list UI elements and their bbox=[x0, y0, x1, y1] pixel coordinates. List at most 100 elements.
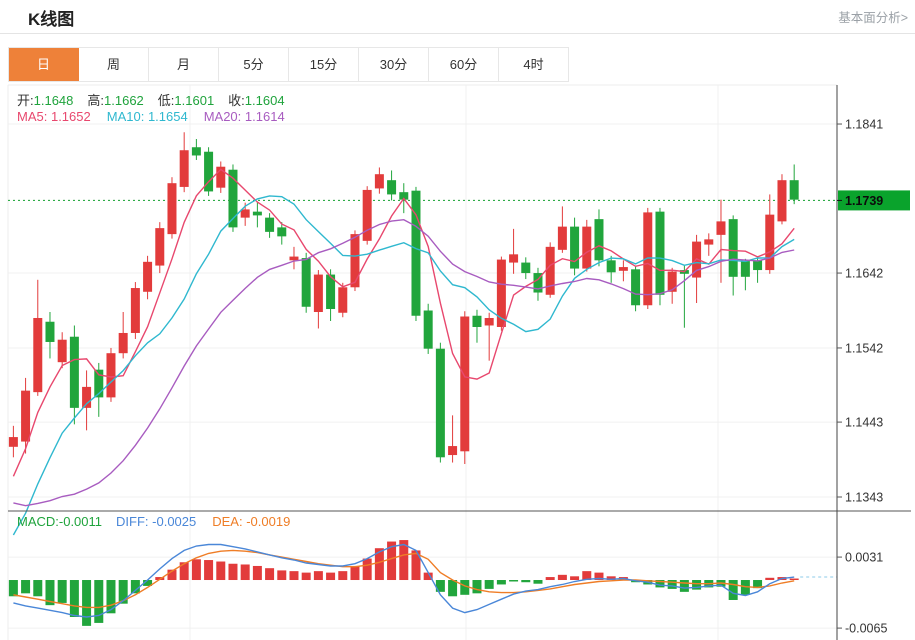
macd-bar bbox=[21, 580, 30, 593]
candle-body bbox=[180, 150, 189, 187]
macd-bar bbox=[363, 559, 372, 580]
price-axis-label: 1.1542 bbox=[845, 341, 883, 355]
open-value: 1.1648 bbox=[34, 93, 74, 108]
macd-bar bbox=[485, 580, 494, 589]
diff-label: DIFF: bbox=[116, 514, 149, 529]
macd-bar bbox=[546, 577, 555, 580]
candle-body bbox=[106, 353, 115, 397]
candle-body bbox=[790, 180, 799, 199]
candle-body bbox=[167, 183, 176, 234]
candle[interactable] bbox=[582, 220, 591, 272]
macd-bar bbox=[253, 566, 262, 580]
candle[interactable] bbox=[58, 332, 67, 368]
close-value: 1.1604 bbox=[245, 93, 285, 108]
candle-body bbox=[363, 190, 372, 241]
candle-body bbox=[338, 287, 347, 312]
candle[interactable] bbox=[631, 266, 640, 311]
low-value: 1.1601 bbox=[174, 93, 214, 108]
price-axis-label: 1.1841 bbox=[845, 117, 883, 131]
candle-body bbox=[314, 275, 323, 312]
candle-body bbox=[58, 340, 67, 362]
candle[interactable] bbox=[485, 313, 494, 361]
candle[interactable] bbox=[668, 268, 677, 304]
candle[interactable] bbox=[436, 343, 445, 463]
candle-body bbox=[155, 228, 164, 265]
macd-bar bbox=[509, 580, 518, 581]
candle[interactable] bbox=[131, 282, 140, 339]
price-axis-label: 1.1343 bbox=[845, 490, 883, 504]
candle[interactable] bbox=[424, 304, 433, 354]
candle-body bbox=[558, 227, 567, 250]
ma-legend: MA5: 1.1652MA10: 1.1654MA20: 1.1614 bbox=[17, 109, 301, 124]
macd-bar bbox=[790, 579, 799, 580]
candle[interactable] bbox=[411, 187, 420, 321]
candle[interactable] bbox=[21, 378, 30, 454]
ma20-value: 1.1614 bbox=[245, 109, 285, 124]
candle[interactable] bbox=[70, 325, 79, 424]
macd-label: MACD: bbox=[17, 514, 59, 529]
current-price-value: 1.1739 bbox=[845, 194, 883, 208]
candle-body bbox=[765, 215, 774, 270]
candle[interactable] bbox=[655, 208, 664, 305]
candle[interactable] bbox=[216, 161, 225, 192]
candle[interactable] bbox=[338, 283, 347, 317]
ma10-value: 1.1654 bbox=[148, 109, 188, 124]
candle[interactable] bbox=[302, 253, 311, 313]
candle[interactable] bbox=[314, 270, 323, 328]
candle[interactable] bbox=[167, 177, 176, 238]
candle-body bbox=[70, 337, 79, 408]
candle[interactable] bbox=[472, 310, 481, 343]
candle[interactable] bbox=[119, 312, 128, 358]
candle[interactable] bbox=[363, 186, 372, 244]
candle[interactable] bbox=[253, 202, 262, 227]
candle[interactable] bbox=[265, 213, 274, 238]
macd-bar bbox=[521, 580, 530, 582]
candle[interactable] bbox=[521, 257, 530, 279]
candle[interactable] bbox=[765, 194, 774, 273]
candle-body bbox=[119, 333, 128, 353]
candle-body bbox=[302, 258, 311, 307]
candle[interactable] bbox=[45, 312, 54, 358]
candle[interactable] bbox=[729, 215, 738, 295]
ma20-label: MA20: bbox=[204, 109, 242, 124]
candle[interactable] bbox=[558, 206, 567, 252]
candle-body bbox=[45, 322, 54, 342]
candle[interactable] bbox=[680, 265, 689, 328]
macd-bar bbox=[82, 580, 91, 626]
macd-bar bbox=[289, 571, 298, 580]
high-label: 高: bbox=[87, 93, 104, 108]
candle[interactable] bbox=[106, 348, 115, 402]
candle[interactable] bbox=[741, 259, 750, 290]
macd-bar bbox=[314, 571, 323, 580]
candle[interactable] bbox=[192, 139, 201, 160]
candle[interactable] bbox=[509, 229, 518, 274]
candle[interactable] bbox=[460, 311, 469, 464]
candle[interactable] bbox=[204, 147, 213, 196]
candle[interactable] bbox=[143, 256, 152, 299]
candle-body bbox=[753, 260, 762, 270]
candle[interactable] bbox=[180, 132, 189, 192]
candle[interactable] bbox=[777, 174, 786, 224]
candle[interactable] bbox=[375, 167, 384, 193]
candle[interactable] bbox=[155, 222, 164, 273]
candle[interactable] bbox=[289, 247, 298, 269]
ma5-label: MA5: bbox=[17, 109, 47, 124]
price-axis-label: 1.1443 bbox=[845, 415, 883, 429]
candle[interactable] bbox=[594, 209, 603, 266]
macd-bar bbox=[228, 564, 237, 580]
candle[interactable] bbox=[704, 233, 713, 255]
candle-body bbox=[375, 174, 384, 188]
candle[interactable] bbox=[33, 280, 42, 396]
macd-bar bbox=[9, 580, 18, 596]
candle[interactable] bbox=[570, 218, 579, 276]
candle[interactable] bbox=[619, 260, 628, 281]
price-axis-label: 1.1642 bbox=[845, 266, 883, 280]
candle[interactable] bbox=[387, 170, 396, 200]
ohlc-legend: 开:1.1648高:1.1662低:1.1601收:1.1604 bbox=[17, 90, 299, 109]
candle-body bbox=[485, 318, 494, 325]
candle-body bbox=[460, 316, 469, 451]
macd-axis-label: -0.0065 bbox=[845, 621, 887, 635]
candle[interactable] bbox=[790, 164, 799, 204]
candle[interactable] bbox=[9, 426, 18, 457]
low-label: 低: bbox=[158, 93, 175, 108]
